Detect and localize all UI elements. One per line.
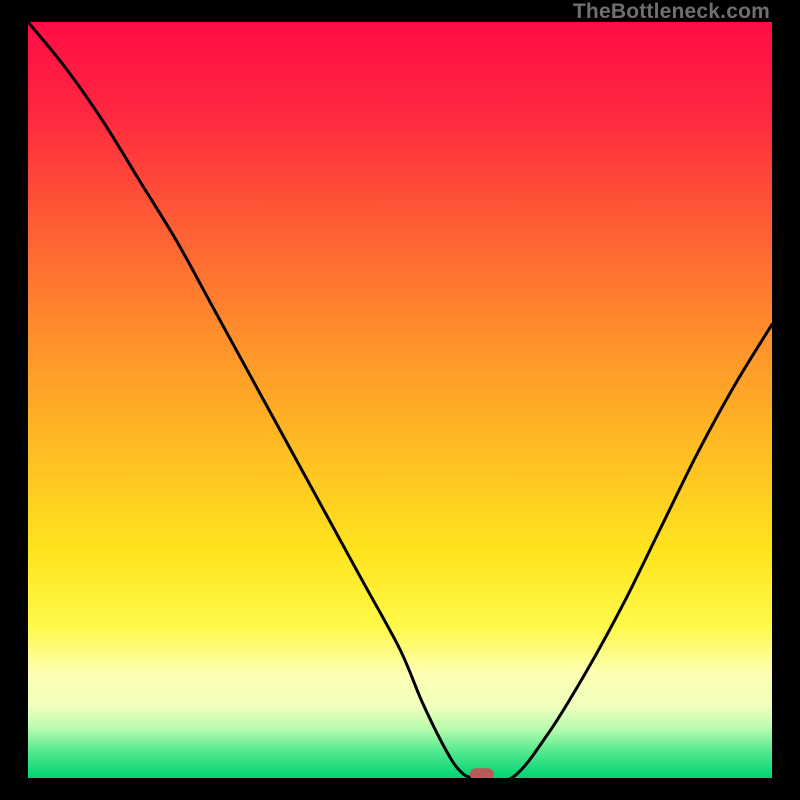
watermark-text: TheBottleneck.com (573, 0, 770, 24)
gradient-background (28, 22, 772, 778)
plot-area (28, 22, 772, 778)
bottleneck-chart-svg (28, 22, 772, 778)
minimum-marker (470, 768, 494, 778)
chart-frame: TheBottleneck.com (0, 0, 800, 800)
